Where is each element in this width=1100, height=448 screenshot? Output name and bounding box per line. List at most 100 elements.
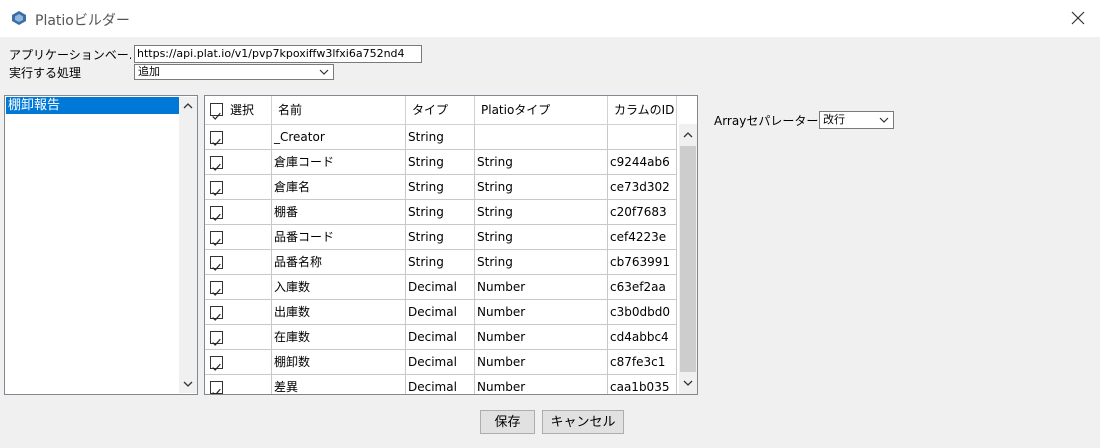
cell-type[interactable]: String xyxy=(406,175,475,200)
cell-type[interactable]: Decimal xyxy=(406,325,475,350)
scroll-up-icon[interactable] xyxy=(679,126,697,144)
cell-platio-type[interactable]: Number xyxy=(475,275,608,300)
row-checkbox[interactable] xyxy=(210,356,223,371)
sheet-list-scrollbar[interactable] xyxy=(179,97,197,393)
table-row[interactable]: 品番名称 String String cb763991 xyxy=(205,250,677,275)
cell-select xyxy=(205,300,272,325)
cell-column-id[interactable]: ce73d302 xyxy=(608,175,677,200)
row-checkbox[interactable] xyxy=(210,381,223,394)
cell-name[interactable]: 倉庫コード xyxy=(272,150,406,175)
cell-platio-type[interactable]: String xyxy=(475,225,608,250)
row-checkbox[interactable] xyxy=(210,206,223,221)
table-row[interactable]: 棚番 String String c20f7683 xyxy=(205,200,677,225)
save-button[interactable]: 保存 xyxy=(480,410,535,434)
cell-column-id[interactable]: c20f7683 xyxy=(608,200,677,225)
cell-type[interactable]: Decimal xyxy=(406,350,475,375)
cell-type[interactable]: String xyxy=(406,250,475,275)
checkmark-icon xyxy=(212,388,221,394)
cell-platio-type[interactable]: String xyxy=(475,150,608,175)
row-checkbox[interactable] xyxy=(210,256,223,271)
table-scroll-thumb[interactable] xyxy=(680,146,696,372)
table-row[interactable]: _Creator String xyxy=(205,125,677,150)
cell-column-id[interactable]: cb763991 xyxy=(608,250,677,275)
checkmark-icon xyxy=(212,263,221,271)
cell-select xyxy=(205,175,272,200)
table-row[interactable]: 出庫数 Decimal Number c3b0dbd0 xyxy=(205,300,677,325)
cell-name[interactable]: _Creator xyxy=(272,125,406,150)
cell-name[interactable]: 品番名称 xyxy=(272,250,406,275)
cell-platio-type[interactable]: Number xyxy=(475,300,608,325)
header-type[interactable]: タイプ xyxy=(406,96,475,124)
cell-column-id[interactable]: c9244ab6 xyxy=(608,150,677,175)
cancel-button[interactable]: キャンセル xyxy=(542,410,624,434)
window-title: Platioビルダー xyxy=(35,13,130,29)
cell-select xyxy=(205,375,272,394)
cell-platio-type[interactable]: Number xyxy=(475,325,608,350)
cell-name[interactable]: 棚番 xyxy=(272,200,406,225)
cell-platio-type[interactable]: Number xyxy=(475,375,608,394)
cell-platio-type[interactable]: String xyxy=(475,200,608,225)
row-checkbox[interactable] xyxy=(210,181,223,196)
scroll-down-icon[interactable] xyxy=(679,374,697,392)
list-item-tanaoroshi[interactable]: 棚卸報告 xyxy=(6,97,179,114)
header-select[interactable]: 選択 xyxy=(205,96,272,124)
checkmark-icon xyxy=(212,338,221,346)
scroll-up-icon[interactable] xyxy=(179,97,197,115)
table-row[interactable]: 倉庫コード String String c9244ab6 xyxy=(205,150,677,175)
cell-platio-type[interactable]: String xyxy=(475,250,608,275)
action-select[interactable]: 追加 xyxy=(134,64,334,80)
cell-platio-type[interactable] xyxy=(475,125,608,150)
table-row[interactable]: 入庫数 Decimal Number c63ef2aa xyxy=(205,275,677,300)
cell-column-id[interactable]: c63ef2aa xyxy=(608,275,677,300)
app-base-url-field[interactable]: https://api.plat.io/v1/pvp7kpoxiffw3lfxi… xyxy=(134,45,422,63)
cell-name[interactable]: 在庫数 xyxy=(272,325,406,350)
table-row[interactable]: 在庫数 Decimal Number cd4abbc4 xyxy=(205,325,677,350)
checkmark-icon xyxy=(212,138,221,146)
select-all-checkbox[interactable] xyxy=(210,103,223,120)
table-row[interactable]: 倉庫名 String String ce73d302 xyxy=(205,175,677,200)
row-checkbox[interactable] xyxy=(210,156,223,171)
cell-name[interactable]: 出庫数 xyxy=(272,300,406,325)
cell-type[interactable]: String xyxy=(406,150,475,175)
cell-name[interactable]: 倉庫名 xyxy=(272,175,406,200)
close-icon[interactable] xyxy=(1068,8,1088,28)
cell-type[interactable]: Decimal xyxy=(406,375,475,394)
row-checkbox[interactable] xyxy=(210,306,223,321)
cell-column-id[interactable]: caa1b035 xyxy=(608,375,677,394)
cell-name[interactable]: 入庫数 xyxy=(272,275,406,300)
cell-type[interactable]: String xyxy=(406,125,475,150)
cell-type[interactable]: Decimal xyxy=(406,275,475,300)
cell-type[interactable]: Decimal xyxy=(406,300,475,325)
cell-platio-type[interactable]: Number xyxy=(475,350,608,375)
cell-name[interactable]: 棚卸数 xyxy=(272,350,406,375)
cell-name[interactable]: 品番コード xyxy=(272,225,406,250)
row-checkbox[interactable] xyxy=(210,281,223,296)
cell-column-id[interactable] xyxy=(608,125,677,150)
cell-name[interactable]: 差異 xyxy=(272,375,406,394)
table-row[interactable]: 差異 Decimal Number caa1b035 xyxy=(205,375,677,394)
cell-select xyxy=(205,275,272,300)
row-checkbox[interactable] xyxy=(210,231,223,246)
cell-platio-type[interactable]: String xyxy=(475,175,608,200)
scroll-down-icon[interactable] xyxy=(179,375,197,393)
header-platio-type[interactable]: Platioタイプ xyxy=(475,96,608,124)
cell-column-id[interactable]: c3b0dbd0 xyxy=(608,300,677,325)
header-name[interactable]: 名前 xyxy=(272,96,406,124)
cell-column-id[interactable]: cd4abbc4 xyxy=(608,325,677,350)
cell-column-id[interactable]: c87fe3c1 xyxy=(608,350,677,375)
chevron-down-icon xyxy=(879,117,889,123)
cell-type[interactable]: String xyxy=(406,225,475,250)
array-separator-select[interactable]: 改行 xyxy=(819,111,894,129)
table-row[interactable]: 品番コード String String cef4223e xyxy=(205,225,677,250)
action-select-value: 追加 xyxy=(138,65,160,78)
array-separator-value: 改行 xyxy=(823,113,845,126)
table-scrollbar[interactable] xyxy=(679,124,697,394)
cell-column-id[interactable]: cef4223e xyxy=(608,225,677,250)
cell-type[interactable]: String xyxy=(406,200,475,225)
table-row[interactable]: 棚卸数 Decimal Number c87fe3c1 xyxy=(205,350,677,375)
header-column-id[interactable]: カラムのID xyxy=(608,96,677,124)
row-checkbox[interactable] xyxy=(210,131,223,146)
chevron-down-icon xyxy=(319,69,329,75)
row-checkbox[interactable] xyxy=(210,331,223,346)
sheet-list[interactable]: 棚卸報告 xyxy=(4,95,198,395)
